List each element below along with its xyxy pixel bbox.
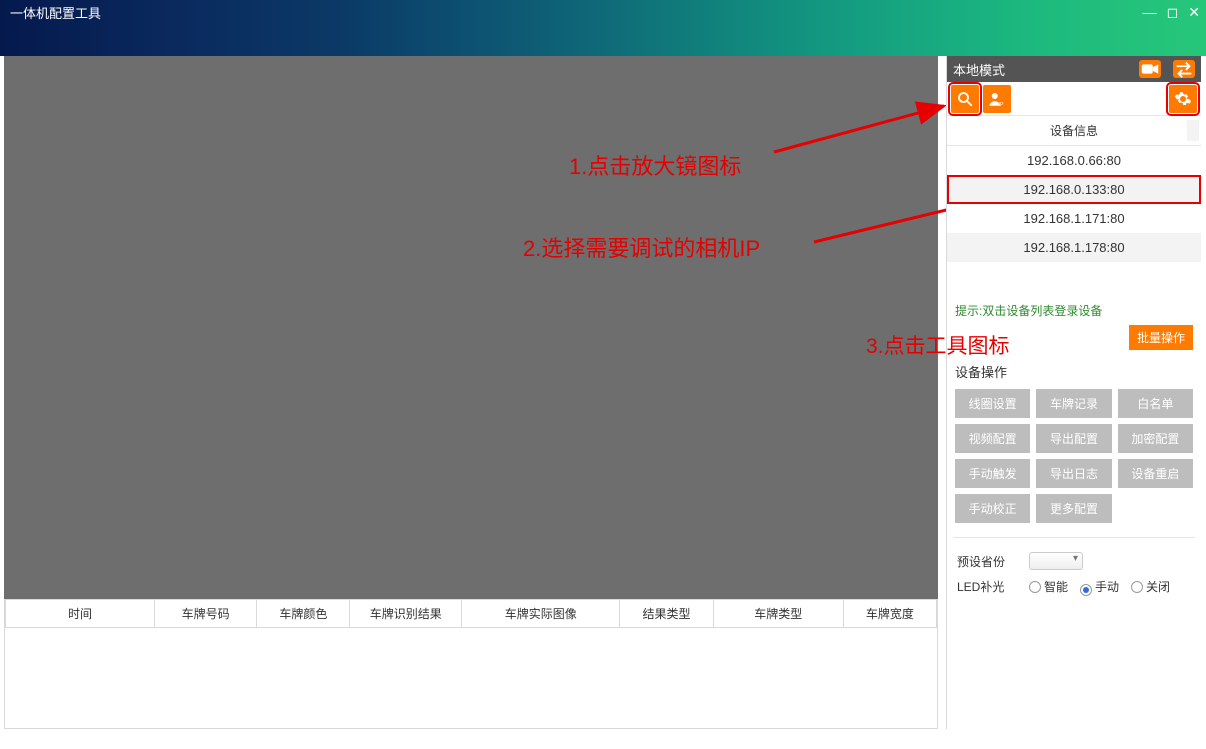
right-panel: 本地模式 IP 设备信息 192.168.0.66:8 — [946, 56, 1201, 729]
device-item-selected[interactable]: 192.168.0.133:80 — [947, 175, 1201, 204]
divider — [953, 537, 1195, 538]
video-preview: 1.点击放大镜图标 2.选择需要调试的相机IP 3.点击工具图标 — [4, 56, 938, 599]
device-info-header: 设备信息 — [947, 116, 1201, 146]
led-fill-row: LED补光 智能 手动 关闭 — [947, 574, 1201, 599]
encrypt-config-button[interactable]: 加密配置 — [1118, 424, 1193, 453]
col-time[interactable]: 时间 — [6, 600, 155, 628]
device-ops-title: 设备操作 — [955, 362, 1193, 381]
col-plate-no[interactable]: 车牌号码 — [154, 600, 256, 628]
annotation-step2: 2.选择需要调试的相机IP — [523, 231, 760, 263]
mode-bar: 本地模式 — [947, 56, 1201, 82]
manual-correct-button[interactable]: 手动校正 — [955, 494, 1030, 523]
col-plate-width[interactable]: 车牌宽度 — [843, 600, 936, 628]
annotation-arrows — [4, 56, 946, 586]
gear-icon[interactable] — [1169, 85, 1197, 113]
manual-trigger-button[interactable]: 手动触发 — [955, 459, 1030, 488]
user-ip-icon[interactable]: IP — [983, 85, 1011, 113]
app-title: 一体机配置工具 — [10, 6, 101, 22]
close-button[interactable]: ✕ — [1188, 4, 1200, 21]
more-config-button[interactable]: 更多配置 — [1036, 494, 1111, 523]
device-reboot-button[interactable]: 设备重启 — [1118, 459, 1193, 488]
plate-record-button[interactable]: 车牌记录 — [1036, 389, 1111, 418]
maximize-button[interactable]: ◻ — [1167, 4, 1179, 21]
camera-icon[interactable] — [1139, 60, 1161, 78]
radio-icon — [1131, 581, 1143, 593]
video-config-button[interactable]: 视频配置 — [955, 424, 1030, 453]
title-bar: 一体机配置工具 — ◻ ✕ — [0, 0, 1206, 56]
radio-icon — [1029, 581, 1041, 593]
col-result-type[interactable]: 结果类型 — [620, 600, 713, 628]
led-label: LED补光 — [957, 578, 1017, 595]
export-config-button[interactable]: 导出配置 — [1036, 424, 1111, 453]
col-plate-type[interactable]: 车牌类型 — [713, 600, 843, 628]
led-radio-manual[interactable]: 手动 — [1080, 578, 1119, 595]
device-item[interactable]: 192.168.1.178:80 — [947, 233, 1201, 262]
preset-province-label: 预设省份 — [957, 553, 1017, 570]
preset-province-select[interactable] — [1029, 552, 1083, 570]
led-radio-group: 智能 手动 关闭 — [1029, 578, 1170, 595]
col-recog-result[interactable]: 车牌识别结果 — [350, 600, 462, 628]
device-list: 192.168.0.66:80 192.168.0.133:80 192.168… — [947, 146, 1201, 262]
minimize-button[interactable]: — — [1143, 4, 1157, 21]
export-log-button[interactable]: 导出日志 — [1036, 459, 1111, 488]
table-header-row: 时间 车牌号码 车牌颜色 车牌识别结果 车牌实际图像 结果类型 车牌类型 车牌宽… — [6, 600, 937, 628]
device-ops-section: 设备操作 线圈设置 车牌记录 白名单 视频配置 导出配置 加密配置 手动触发 导… — [947, 354, 1201, 527]
result-table: 时间 车牌号码 车牌颜色 车牌识别结果 车牌实际图像 结果类型 车牌类型 车牌宽… — [4, 599, 938, 729]
batch-operate-button[interactable]: 批量操作 — [1129, 325, 1193, 350]
mode-label: 本地模式 — [953, 60, 1005, 79]
preset-province-row: 预设省份 — [947, 548, 1201, 574]
main-area: 1.点击放大镜图标 2.选择需要调试的相机IP 3.点击工具图标 — [0, 56, 1206, 729]
annotation-step3: 3.点击工具图标 — [866, 330, 1010, 360]
left-column: 1.点击放大镜图标 2.选择需要调试的相机IP 3.点击工具图标 — [0, 56, 942, 729]
col-plate-color[interactable]: 车牌颜色 — [257, 600, 350, 628]
device-item[interactable]: 192.168.0.66:80 — [947, 146, 1201, 175]
led-radio-smart[interactable]: 智能 — [1029, 578, 1068, 595]
radio-icon — [1080, 584, 1092, 596]
results-table: 时间 车牌号码 车牌颜色 车牌识别结果 车牌实际图像 结果类型 车牌类型 车牌宽… — [5, 599, 937, 628]
window-controls: — ◻ ✕ — [1143, 4, 1200, 21]
search-icon[interactable] — [951, 85, 979, 113]
coil-settings-button[interactable]: 线圈设置 — [955, 389, 1030, 418]
annotation-step1: 1.点击放大镜图标 — [569, 149, 741, 181]
col-real-image[interactable]: 车牌实际图像 — [462, 600, 620, 628]
swap-icon[interactable] — [1173, 60, 1195, 78]
svg-text:IP: IP — [999, 101, 1004, 107]
hint-text: 提示:双击设备列表登录设备 — [947, 298, 1201, 325]
device-item[interactable]: 192.168.1.171:80 — [947, 204, 1201, 233]
whitelist-button[interactable]: 白名单 — [1118, 389, 1193, 418]
led-radio-off[interactable]: 关闭 — [1131, 578, 1170, 595]
device-toolbar: IP — [947, 82, 1201, 116]
